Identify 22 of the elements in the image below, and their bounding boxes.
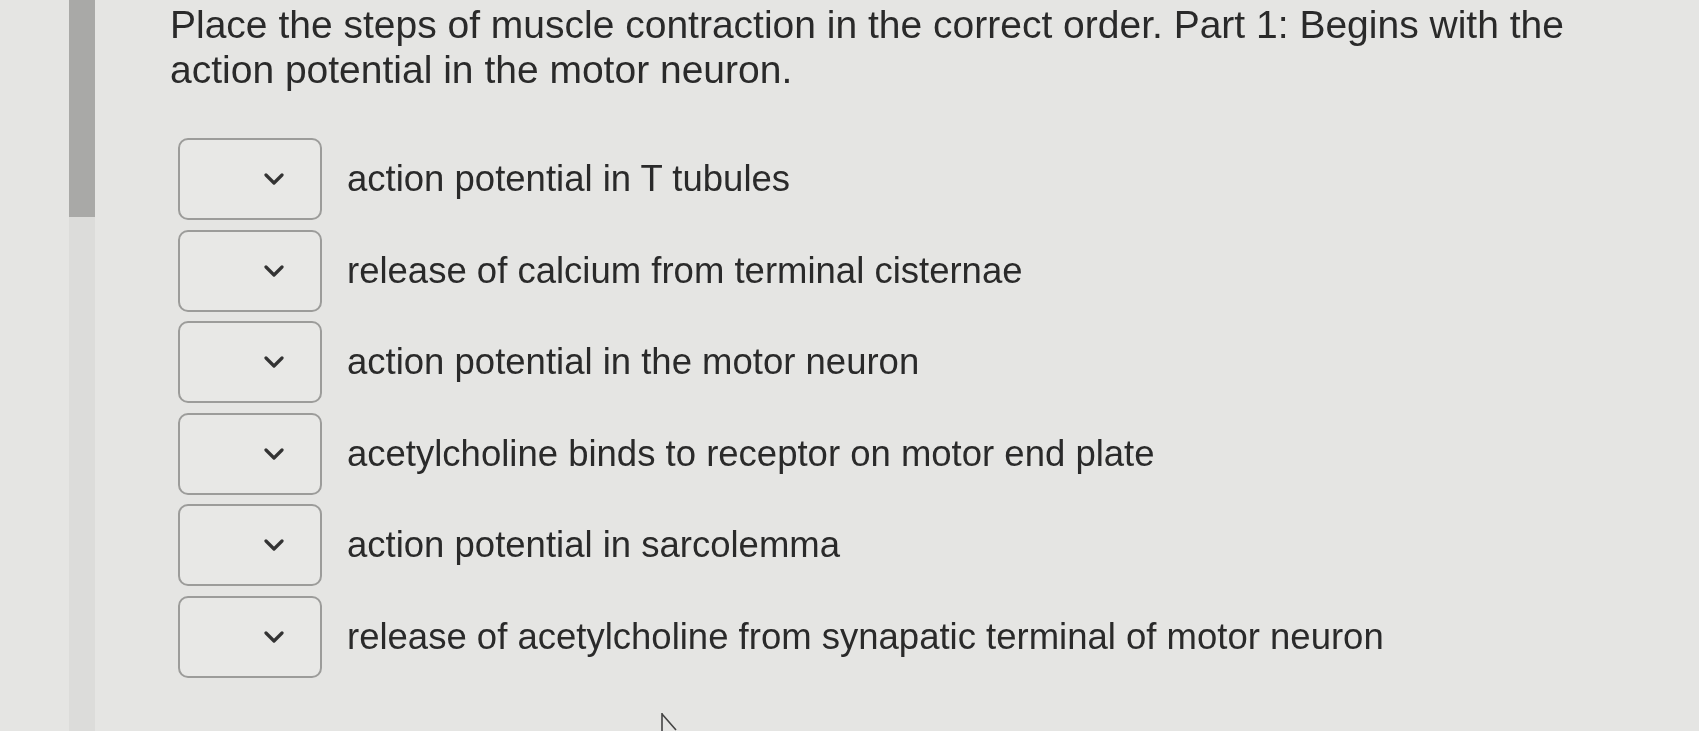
dropdown-field[interactable]	[178, 412, 322, 495]
chevron-down-icon	[264, 539, 284, 551]
chevron-down-icon	[264, 630, 284, 643]
step-text: action potential in sarcolemma	[347, 523, 840, 567]
chevron-down-icon	[264, 447, 284, 460]
dropdown-field[interactable]	[178, 504, 322, 586]
step-text: action potential in T tubules	[347, 157, 791, 201]
mouse-pointer-icon	[661, 713, 677, 731]
step-text: release of calcium from terminal cisternae	[347, 248, 1023, 293]
chevron-down-icon	[264, 264, 284, 277]
step-text: action potential in the motor neuron	[347, 340, 920, 384]
chevron-down-icon	[264, 356, 284, 368]
dropdown-field[interactable]	[178, 229, 322, 312]
dropdown-field[interactable]	[178, 595, 322, 678]
question-text: Place the steps of muscle contraction in the correct order. Part 1: Begins with the action potential in the motor neuron.	[170, 2, 1565, 92]
dropdown-field[interactable]	[178, 138, 322, 220]
step-text: release of acetylcholine from synapatic terminal of motor neuron	[347, 614, 1384, 659]
step-text: acetylcholine binds to receptor on motor end plate	[347, 431, 1155, 476]
chevron-down-icon	[264, 173, 284, 185]
scrollbar-track[interactable]	[69, 0, 95, 731]
dropdown-field[interactable]	[178, 321, 322, 403]
scrollbar-thumb[interactable]	[69, 0, 95, 217]
